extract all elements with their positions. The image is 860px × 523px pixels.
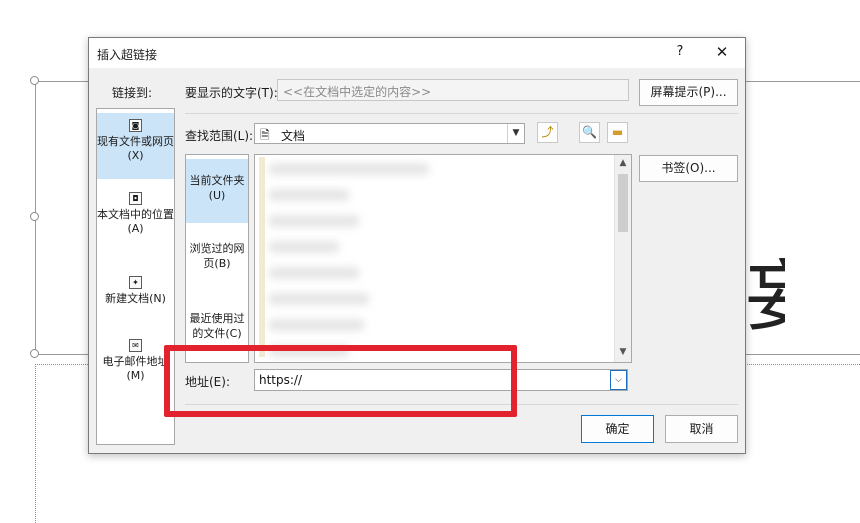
slide-title-text: 妄 bbox=[745, 258, 785, 336]
subnav-item-label: 浏览过的网页(B) bbox=[189, 242, 245, 270]
annotation-highlight-box bbox=[164, 345, 517, 417]
document-place-icon: ◘ bbox=[129, 192, 142, 205]
browse-web-icon[interactable]: 🔍 bbox=[579, 122, 600, 143]
file-list-blurred-row bbox=[269, 241, 339, 253]
scroll-up-icon[interactable]: ▲ bbox=[615, 158, 631, 168]
look-in-dropdown[interactable]: 🗎 文档 ▼ bbox=[254, 123, 525, 144]
display-text-label: 要显示的文字(T): bbox=[185, 86, 278, 100]
dialog-titlebar: 插入超链接 ? ✕ bbox=[89, 38, 745, 68]
sidebar-item-create-new-document[interactable]: ✦ 新建文档(N) bbox=[97, 274, 174, 324]
look-in-label: 查找范围(L): bbox=[185, 129, 254, 143]
folder-doc-icon: 🗎 bbox=[260, 128, 270, 142]
file-web-icon: ◙ bbox=[129, 119, 142, 132]
cancel-button[interactable]: 取消 bbox=[665, 415, 738, 443]
email-icon: ✉ bbox=[129, 339, 142, 352]
dialog-title: 插入超链接 bbox=[97, 48, 158, 62]
help-button[interactable]: ? bbox=[672, 44, 688, 59]
subnav-item-label: 当前文件夹(U) bbox=[189, 174, 245, 202]
chevron-down-icon[interactable]: ⌵ bbox=[610, 370, 627, 390]
up-one-folder-icon[interactable]: ⤴ bbox=[537, 122, 558, 143]
scrollbar-thumb[interactable] bbox=[618, 174, 628, 232]
bookmark-button[interactable]: 书签(O)... bbox=[639, 155, 738, 182]
sidebar-item-place-in-document[interactable]: ◘ 本文档中的位置(A) bbox=[97, 190, 174, 250]
browse-subnav: 当前文件夹(U) 浏览过的网页(B) 最近使用过的文件(C) bbox=[185, 154, 249, 363]
new-document-icon: ✦ bbox=[129, 276, 142, 289]
subnav-item-current-folder[interactable]: 当前文件夹(U) bbox=[186, 159, 248, 223]
file-list-blurred-strip bbox=[259, 157, 265, 357]
sidebar-item-label: 电子邮件地址(M) bbox=[102, 355, 169, 382]
ok-button[interactable]: 确定 bbox=[581, 415, 654, 443]
look-in-value: 文档 bbox=[281, 129, 306, 143]
resize-handle-top-left[interactable] bbox=[30, 76, 39, 85]
link-to-label: 链接到: bbox=[111, 86, 153, 100]
subnav-item-browsed-pages[interactable]: 浏览过的网页(B) bbox=[186, 231, 248, 291]
sidebar-item-email-address[interactable]: ✉ 电子邮件地址(M) bbox=[97, 337, 174, 397]
resize-handle-middle-left[interactable] bbox=[30, 212, 39, 221]
resize-handle-bottom-left[interactable] bbox=[30, 349, 39, 358]
browse-file-icon[interactable]: ▬ bbox=[607, 122, 628, 143]
file-list-blurred-row bbox=[269, 163, 429, 175]
display-text-field[interactable]: <<在文档中选定的内容>> bbox=[277, 79, 629, 101]
content-placeholder-left-border bbox=[35, 364, 36, 523]
file-list-blurred-row bbox=[269, 189, 349, 201]
file-list-scrollbar[interactable]: ▲ ▼ bbox=[614, 155, 631, 362]
sidebar-item-label: 新建文档(N) bbox=[105, 292, 166, 305]
sidebar-item-label: 本文档中的位置(A) bbox=[97, 208, 174, 235]
scroll-down-icon[interactable]: ▼ bbox=[615, 347, 631, 357]
close-button[interactable]: ✕ bbox=[712, 43, 732, 61]
file-list-blurred-row bbox=[269, 293, 369, 305]
file-list-blurred-row bbox=[269, 319, 364, 331]
file-list-blurred-row bbox=[269, 215, 359, 227]
subnav-item-label: 最近使用过的文件(C) bbox=[189, 312, 245, 340]
file-list[interactable]: ▲ ▼ bbox=[254, 154, 632, 363]
file-list-blurred-row bbox=[269, 267, 359, 279]
sidebar-item-existing-file-or-webpage[interactable]: ◙ 现有文件或网页(X) bbox=[97, 113, 174, 179]
screentip-button[interactable]: 屏幕提示(P)... bbox=[639, 79, 738, 106]
sidebar-item-label: 现有文件或网页(X) bbox=[97, 135, 174, 162]
separator-top bbox=[185, 113, 738, 114]
chevron-down-icon[interactable]: ▼ bbox=[507, 124, 524, 143]
